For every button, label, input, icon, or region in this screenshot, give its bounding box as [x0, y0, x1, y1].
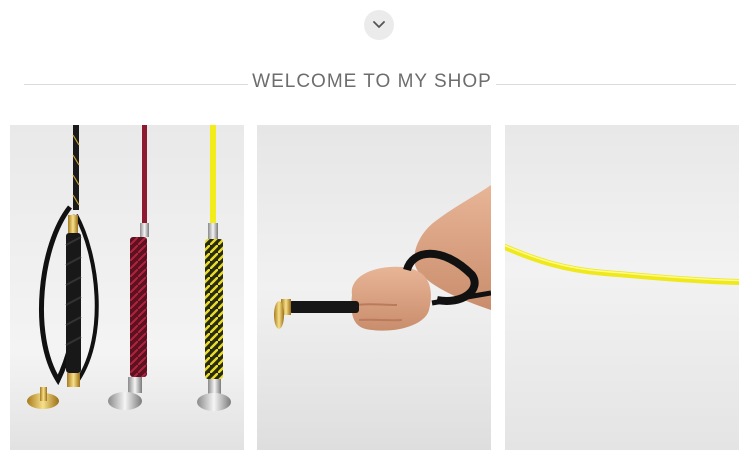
product-photo-yellow-shaft[interactable] — [505, 125, 739, 450]
heading-divider-left — [24, 84, 248, 85]
product-photo-three-whips[interactable] — [10, 125, 244, 450]
heading-divider-right — [496, 84, 736, 85]
chevron-down-icon — [373, 21, 385, 28]
scroll-down-button[interactable] — [364, 10, 394, 40]
section-heading: WELCOME TO MY SHOP — [252, 71, 492, 92]
product-photo-hand-grip[interactable] — [257, 125, 491, 450]
